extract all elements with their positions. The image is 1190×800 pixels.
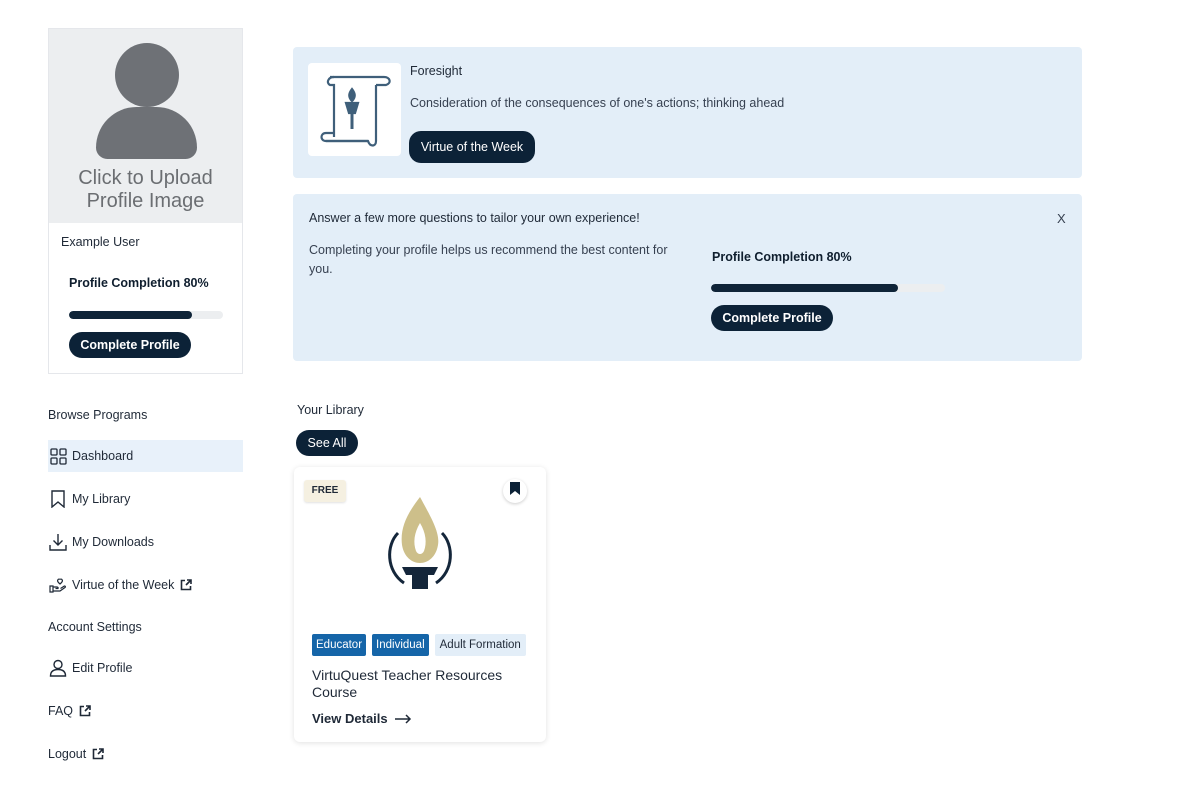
sidebar-item-my-library[interactable]: My Library: [48, 483, 243, 515]
profile-completion-fill: [69, 311, 193, 319]
profile-card: Click to Upload Profile Image Example Us…: [48, 28, 243, 374]
complete-profile-button[interactable]: Complete Profile: [711, 305, 833, 331]
tag-educator: Educator: [312, 634, 367, 656]
torch-logo-icon: [376, 493, 464, 593]
view-details-link[interactable]: View Details: [312, 711, 412, 726]
sidebar-item-label: Dashboard: [72, 449, 134, 463]
profile-completion-bar: [711, 284, 945, 292]
avatar-body: [96, 107, 197, 159]
view-details-label: View Details: [312, 711, 388, 726]
course-title: VirtuQuest Teacher Resources Course: [312, 667, 503, 700]
tag-adult-formation: Adult Formation: [434, 634, 526, 656]
user-name: Example User: [61, 235, 140, 249]
arrow-right-icon: [394, 713, 412, 724]
sidebar-item-label: Edit Profile: [72, 661, 133, 675]
virtue-of-the-week-button[interactable]: Virtue of the Week: [409, 131, 535, 163]
browse-programs-heading: Browse Programs: [48, 408, 148, 422]
logout-label: Logout: [48, 747, 87, 761]
sidebar-item-label: My Library: [72, 492, 131, 506]
sidebar-item-dashboard[interactable]: Dashboard: [48, 440, 243, 472]
virtue-description: Consideration of the consequences of one…: [410, 96, 785, 110]
see-all-button[interactable]: See All: [296, 430, 358, 456]
profile-image-upload[interactable]: Click to Upload Profile Image: [49, 29, 242, 223]
external-link-icon: [180, 579, 193, 591]
close-button[interactable]: X: [1057, 211, 1066, 226]
external-link-icon: [92, 748, 105, 760]
sidebar-item-my-downloads[interactable]: My Downloads: [48, 526, 243, 558]
virtue-title: Foresight: [410, 64, 463, 78]
profile-completion-label: Profile Completion 80%: [712, 250, 852, 264]
bookmark-icon: [509, 481, 521, 501]
sidebar-item-label: Virtue of the Week: [72, 578, 175, 592]
profile-completion-fill: [711, 284, 899, 292]
course-card[interactable]: FREE Educator Individual Adult Formation…: [294, 467, 546, 742]
tag-list: Educator Individual Adult Formation: [312, 634, 526, 656]
profile-completion-bar: [69, 311, 223, 319]
bookmark-button[interactable]: [503, 479, 527, 503]
virtue-banner: Foresight Consideration of the consequen…: [293, 47, 1082, 178]
free-badge: FREE: [304, 480, 346, 502]
bookmark-icon: [49, 490, 67, 508]
banner-title: Answer a few more questions to tailor yo…: [309, 211, 640, 225]
banner-description: Completing your profile helps us recomme…: [309, 243, 668, 276]
profile-completion-label: Profile Completion 80%: [69, 276, 209, 290]
faq-label: FAQ: [48, 704, 74, 718]
external-link-icon: [79, 705, 91, 717]
avatar-head: [115, 43, 179, 107]
tag-individual: Individual: [372, 634, 429, 656]
dashboard-icon: [49, 447, 67, 465]
upload-text: Click to Upload Profile Image: [78, 167, 213, 212]
scroll-torch-icon: [308, 63, 401, 156]
library-title: Your Library: [297, 403, 364, 417]
complete-profile-banner: Answer a few more questions to tailor yo…: [293, 194, 1082, 361]
hand-heart-icon: [49, 576, 67, 594]
sidebar-item-label: My Downloads: [72, 535, 154, 549]
complete-profile-button[interactable]: Complete Profile: [69, 332, 191, 358]
faq-link[interactable]: FAQ: [48, 704, 91, 718]
account-settings-heading: Account Settings: [48, 620, 142, 634]
user-icon: [49, 659, 67, 677]
download-icon: [49, 533, 67, 551]
sidebar-item-edit-profile[interactable]: Edit Profile: [48, 652, 243, 684]
sidebar-item-virtue-of-the-week[interactable]: Virtue of the Week: [48, 569, 243, 601]
logout-link[interactable]: Logout: [48, 747, 105, 761]
